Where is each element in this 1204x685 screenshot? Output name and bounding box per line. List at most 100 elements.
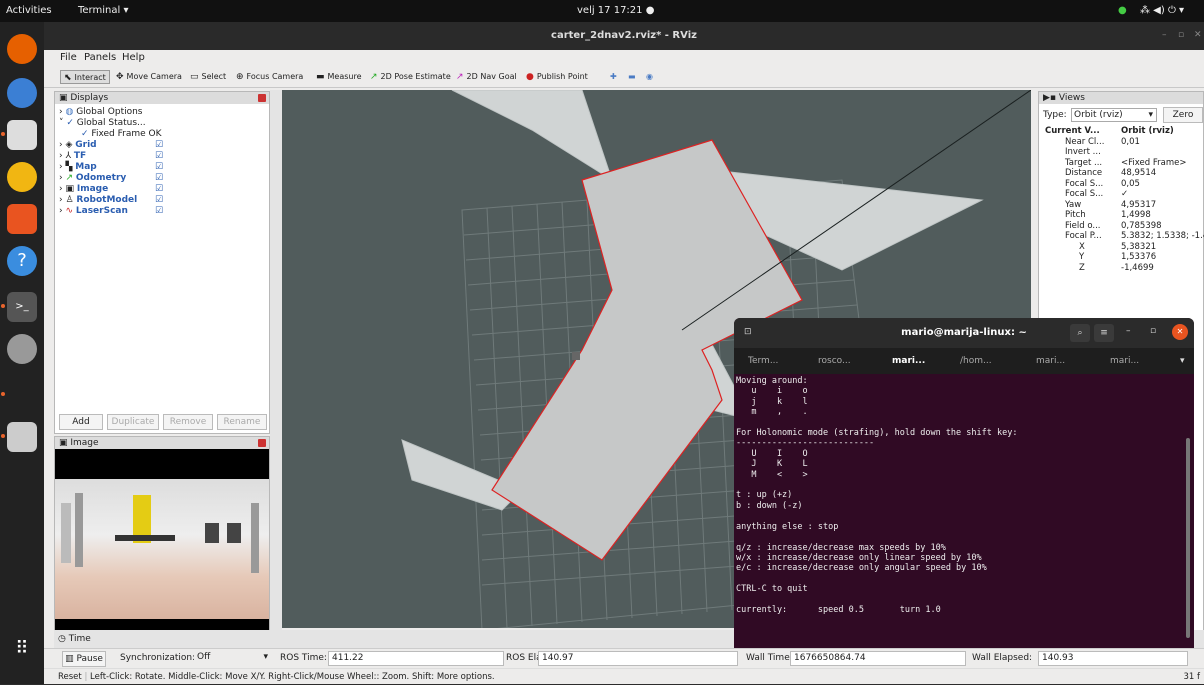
view-prop-value[interactable]: 0,05 xyxy=(1121,179,1140,189)
terminal-tab-active[interactable]: mari... xyxy=(892,356,925,366)
menu-help[interactable]: Help xyxy=(122,52,145,63)
terminal-output[interactable]: Moving around: u i o j k l m , . For Hol… xyxy=(736,376,1186,615)
close-icon[interactable] xyxy=(258,94,266,102)
settings-icon[interactable] xyxy=(7,334,37,364)
grid-checkbox[interactable]: ☑ xyxy=(155,140,163,150)
terminal-tab[interactable]: mari... xyxy=(1110,356,1139,366)
pause-icon: ▥ xyxy=(65,654,77,664)
wall-time-field[interactable]: 1676650864.74 xyxy=(790,651,966,666)
view-prop-value[interactable]: 0,01 xyxy=(1121,137,1140,147)
search-icon[interactable]: ⌕ xyxy=(1070,324,1090,342)
help-icon[interactable]: ? xyxy=(7,246,37,276)
activities-button[interactable]: Activities xyxy=(6,5,52,16)
close-icon[interactable]: ✕ xyxy=(1172,324,1188,340)
files-icon[interactable] xyxy=(7,120,37,150)
view-prop-value[interactable]: 5.3832; 1.5338; -1.4... xyxy=(1121,231,1204,241)
display-global-status[interactable]: ˅ ✓ Global Status... xyxy=(59,118,146,128)
eye-icon[interactable]: ◉ xyxy=(646,70,653,84)
image-checkbox[interactable]: ☑ xyxy=(155,184,163,194)
pause-button[interactable]: ▥ Pause xyxy=(62,651,106,667)
view-prop-value[interactable]: 1,4998 xyxy=(1121,210,1151,220)
robotmodel-checkbox[interactable]: ☑ xyxy=(155,195,163,205)
wall-elapsed-field[interactable]: 140.93 xyxy=(1038,651,1188,666)
show-apps-icon[interactable]: ⠿ xyxy=(7,634,37,664)
terminal-scrollbar[interactable] xyxy=(1186,438,1190,638)
ros-elapsed-field[interactable]: 140.97 xyxy=(538,651,738,666)
reset-button[interactable]: Reset xyxy=(58,672,82,682)
pose-estimate-tool[interactable]: ↗ 2D Pose Estimate xyxy=(370,70,451,84)
display-grid[interactable]: › ◈ Grid xyxy=(59,140,97,150)
display-global-options[interactable]: › ◍ Global Options xyxy=(59,107,143,117)
tf-icon: ⅄ xyxy=(65,151,71,161)
software-icon[interactable] xyxy=(7,204,37,234)
publish-point-tool[interactable]: ● Publish Point xyxy=(526,70,588,84)
view-prop-value[interactable]: 48,9514 xyxy=(1121,168,1156,178)
tabs-dropdown-icon[interactable]: ▾ xyxy=(1180,356,1185,366)
tf-checkbox[interactable]: ☑ xyxy=(155,151,163,161)
display-odometry[interactable]: › ↗ Odometry xyxy=(59,173,126,183)
ros-time-field[interactable]: 411.22 xyxy=(328,651,504,666)
odometry-checkbox[interactable]: ☑ xyxy=(155,173,163,183)
view-prop-value[interactable]: <Fixed Frame> xyxy=(1121,158,1186,168)
status-icon[interactable]: ● xyxy=(1118,5,1127,16)
terminal-icon[interactable]: >_ xyxy=(7,292,37,322)
display-laserscan[interactable]: › ∿ LaserScan xyxy=(59,206,128,216)
close-icon[interactable] xyxy=(258,439,266,447)
nav-goal-tool[interactable]: ↗ 2D Nav Goal xyxy=(456,70,517,84)
display-tf[interactable]: › ⅄ TF xyxy=(59,151,86,161)
system-top-bar: Activities Terminal ▾ velj 17 17:21 ● ● … xyxy=(0,0,1204,22)
terminal-tab[interactable]: mari... xyxy=(1036,356,1065,366)
display-robotmodel[interactable]: › ♙ RobotModel xyxy=(59,195,137,205)
move-camera-tool[interactable]: ✥ Move Camera xyxy=(116,70,182,84)
maximize-button[interactable]: ▫ xyxy=(1178,30,1184,40)
rhythmbox-icon[interactable] xyxy=(7,162,37,192)
rename-display-button[interactable]: Rename xyxy=(217,414,267,430)
remove-tool-icon[interactable]: ▬ xyxy=(628,70,636,84)
thunderbird-icon[interactable] xyxy=(7,78,37,108)
terminal-tab[interactable]: Term... xyxy=(748,356,778,366)
clock[interactable]: velj 17 17:21 ● xyxy=(577,5,654,16)
view-prop-value[interactable]: -1,4699 xyxy=(1121,263,1154,273)
rviz-icon[interactable] xyxy=(7,422,37,452)
menu-icon[interactable]: ≡ xyxy=(1094,324,1114,342)
duplicate-display-button[interactable]: Duplicate xyxy=(107,414,159,430)
add-tool-icon[interactable]: ✚ xyxy=(610,70,617,84)
display-image[interactable]: › ▣ Image xyxy=(59,184,108,194)
focus-camera-tool[interactable]: ⊕ Focus Camera xyxy=(236,70,303,84)
menu-panels[interactable]: Panels xyxy=(84,52,116,63)
close-button[interactable]: ✕ xyxy=(1194,30,1202,40)
laserscan-checkbox[interactable]: ☑ xyxy=(155,206,163,216)
terminal-tab[interactable]: rosco... xyxy=(818,356,851,366)
zero-button[interactable]: Zero xyxy=(1163,107,1203,123)
camera-icon: ▶▪ xyxy=(1043,93,1059,103)
interact-tool[interactable]: ⬉ Interact xyxy=(60,70,110,84)
view-type-select[interactable]: Orbit (rviz) ▾ xyxy=(1071,108,1157,122)
measure-tool[interactable]: ▬ Measure xyxy=(316,70,362,84)
terminal-app-menu[interactable]: Terminal ▾ xyxy=(78,5,128,16)
view-prop-key: Distance xyxy=(1065,168,1103,178)
minimize-icon[interactable]: – xyxy=(1126,326,1131,336)
view-prop-value[interactable]: 0,785398 xyxy=(1121,221,1162,231)
remove-display-button[interactable]: Remove xyxy=(163,414,213,430)
select-tool[interactable]: ▭ Select xyxy=(190,70,226,84)
menu-file[interactable]: File xyxy=(60,52,77,63)
network-volume-power-icon[interactable]: ⁂ ◀) ⏻ ▾ xyxy=(1140,5,1184,16)
display-fixed-frame[interactable]: ✓ Fixed Frame OK xyxy=(81,129,162,139)
firefox-icon[interactable] xyxy=(7,34,37,64)
move-icon: ✥ xyxy=(116,72,124,82)
panel-splitter[interactable] xyxy=(270,90,282,650)
view-prop-key: Near Cl... xyxy=(1065,136,1105,147)
terminal-tab[interactable]: /hom... xyxy=(960,356,992,366)
maximize-icon[interactable]: ▫ xyxy=(1150,326,1156,336)
sync-select[interactable]: Off ▾ xyxy=(194,651,270,666)
map-checkbox[interactable]: ☑ xyxy=(155,162,163,172)
new-tab-icon[interactable]: ⊡ xyxy=(744,327,752,337)
view-prop-value[interactable]: 4,95317 xyxy=(1121,200,1156,210)
view-prop-value[interactable]: Orbit (rviz) xyxy=(1121,126,1174,136)
view-prop-value[interactable]: 1,53376 xyxy=(1121,252,1156,262)
view-prop-value[interactable]: 5,38321 xyxy=(1121,242,1156,252)
add-display-button[interactable]: Add xyxy=(59,414,103,430)
view-prop-value[interactable]: ✓ xyxy=(1121,189,1128,199)
display-map[interactable]: › ▚ Map xyxy=(59,162,97,172)
minimize-button[interactable]: – xyxy=(1162,30,1167,40)
